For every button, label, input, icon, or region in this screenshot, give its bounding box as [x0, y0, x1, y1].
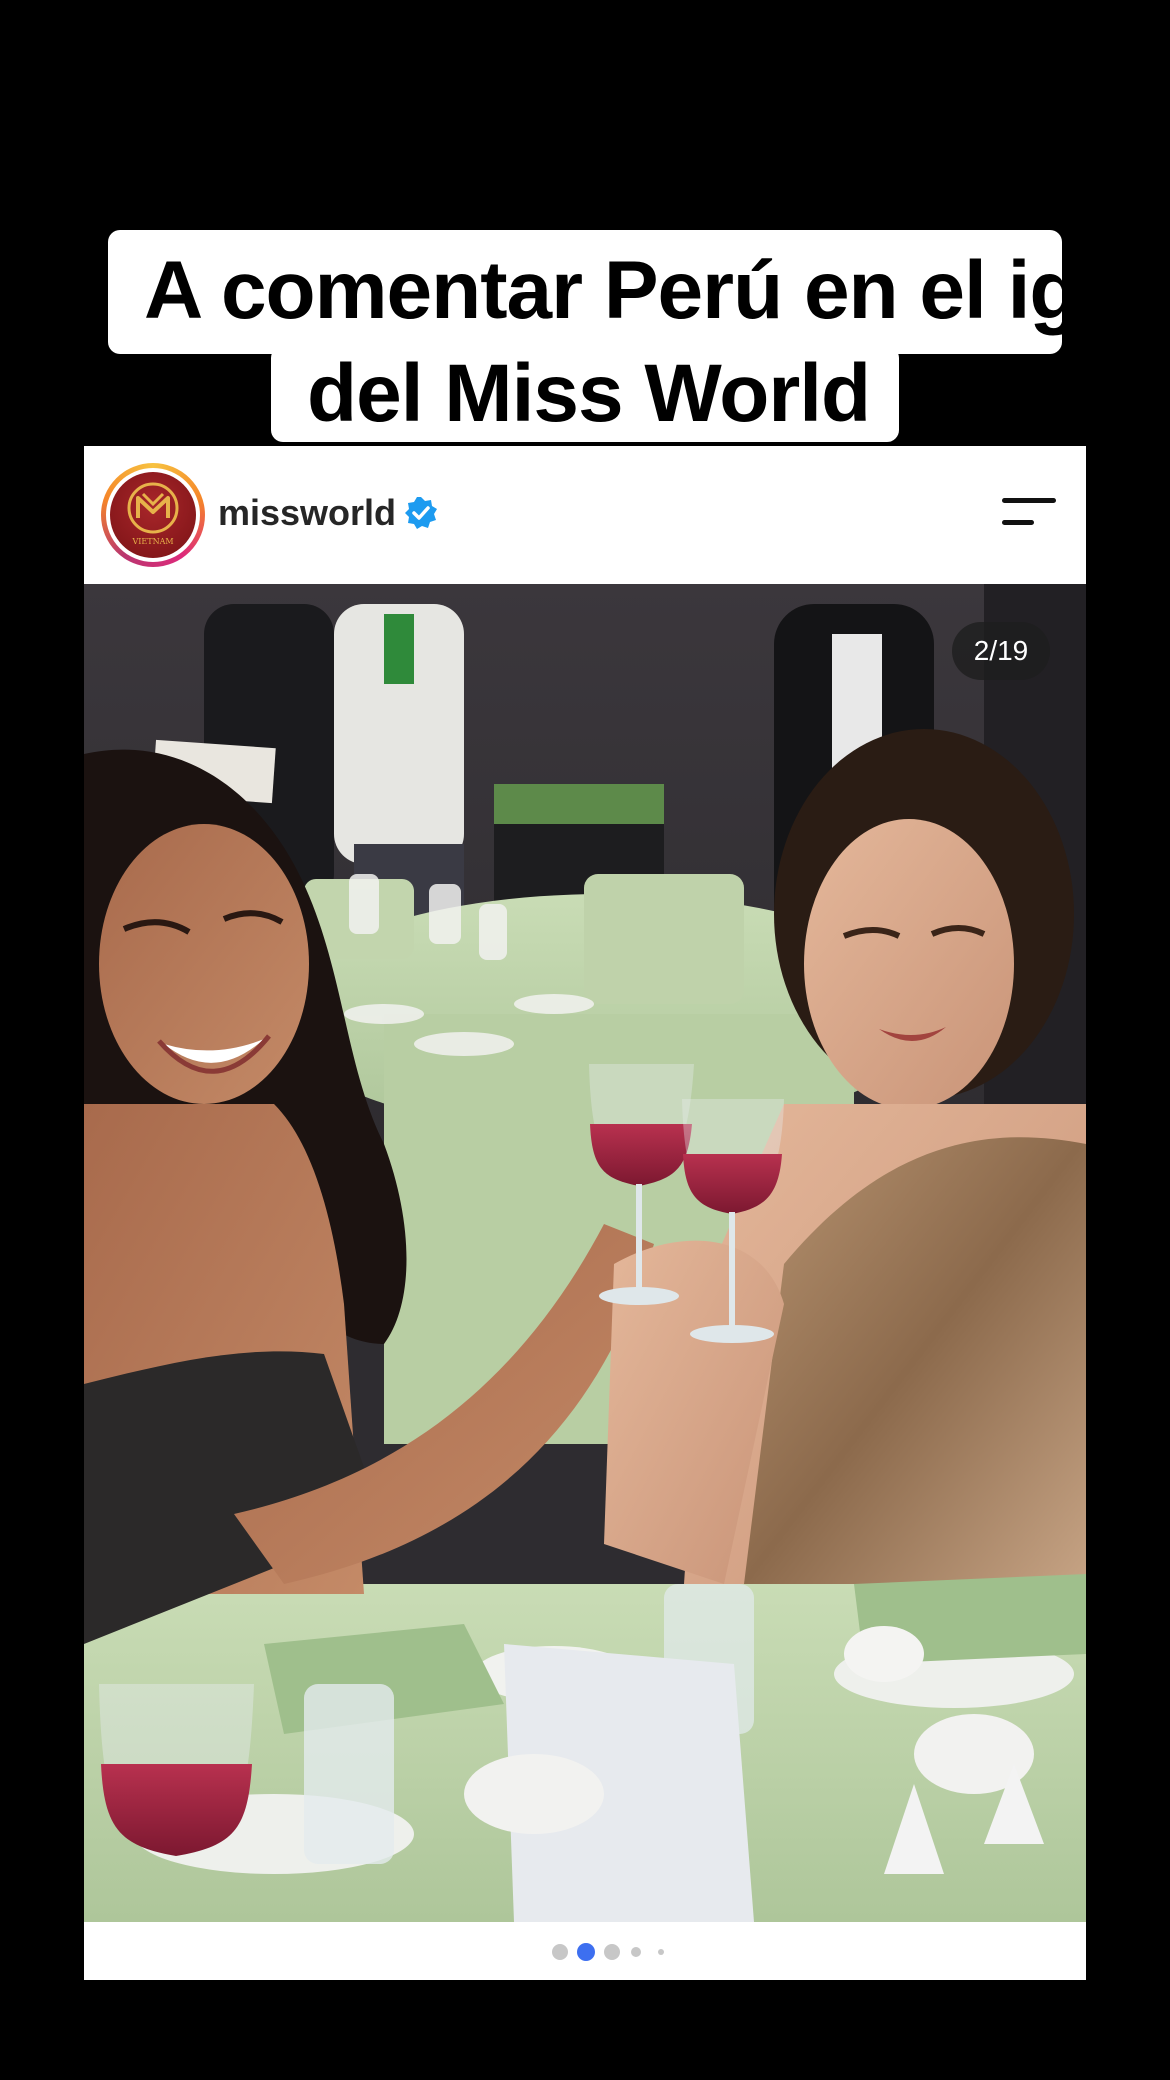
avatar-text: VIETNAM [131, 537, 173, 546]
profile-avatar[interactable]: VIETNAM [101, 463, 205, 567]
username[interactable]: missworld [218, 492, 396, 534]
carousel-dot[interactable] [658, 1949, 664, 1955]
caption-line-1: A comentar Perú en el ig [108, 230, 1079, 354]
photo-scene [84, 584, 1086, 1922]
post-photo[interactable]: 2/19 [84, 584, 1086, 1922]
instagram-post-card: VIETNAM missworld 2/19 [84, 446, 1086, 1980]
carousel-dots [84, 1922, 1086, 1980]
carousel-dot[interactable] [552, 1944, 568, 1960]
carousel-dot-active[interactable] [577, 1943, 595, 1961]
carousel-dot[interactable] [631, 1947, 641, 1957]
miss-world-logo-icon: VIETNAM [110, 472, 196, 558]
caption-line-2: del Miss World [271, 346, 899, 442]
carousel-dot[interactable] [604, 1944, 620, 1960]
slide-counter: 2/19 [952, 622, 1050, 680]
screen: A comentar Perú en el ig del Miss World … [0, 0, 1170, 2080]
post-header: VIETNAM missworld [84, 446, 1086, 584]
menu-icon[interactable] [1002, 498, 1056, 528]
verified-badge-icon [405, 497, 437, 529]
